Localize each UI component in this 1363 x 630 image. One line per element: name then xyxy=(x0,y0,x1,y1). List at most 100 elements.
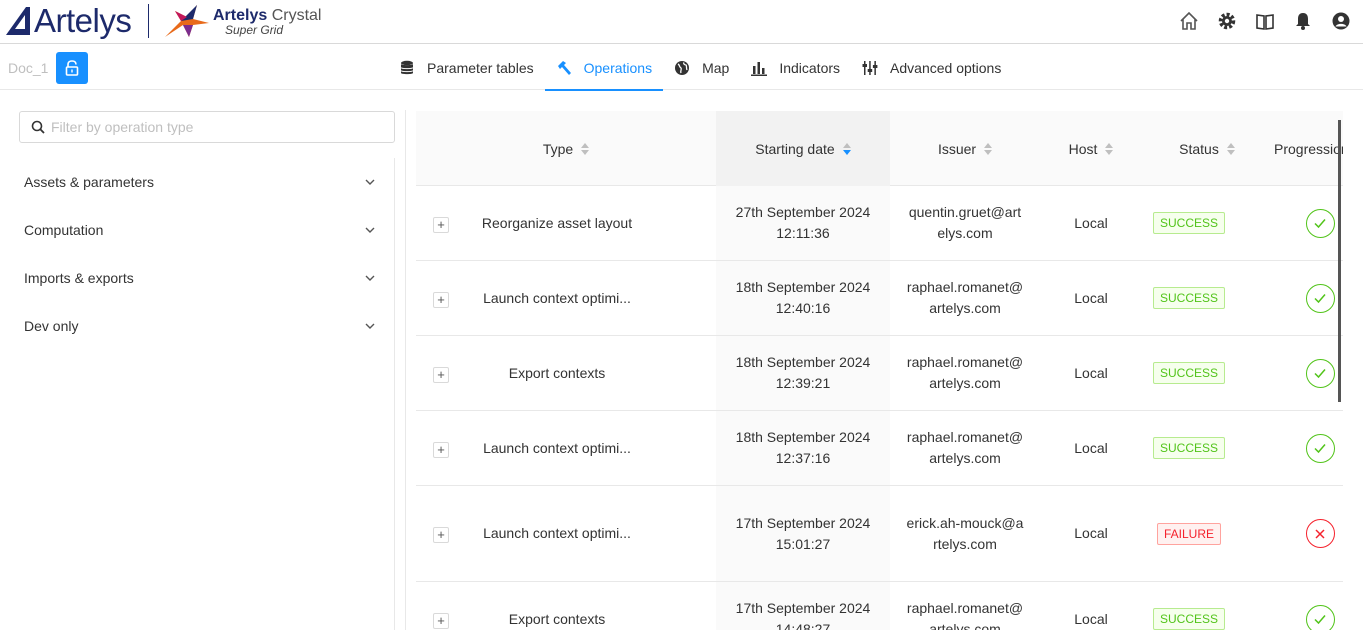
cell-starting-date: 18th September 2024 12:40:16 xyxy=(735,279,871,316)
tab-label: Indicators xyxy=(779,59,841,76)
cell-issuer: erick.ah-mouck@artelys.com xyxy=(906,514,1024,552)
cell-progression xyxy=(1290,486,1343,581)
filter-input[interactable] xyxy=(51,119,371,135)
sort-icon xyxy=(581,142,590,155)
crystal-star-icon xyxy=(165,5,209,37)
settings-icon[interactable] xyxy=(1217,11,1237,31)
cell-status: SUCCESS xyxy=(1142,582,1236,630)
cell-host: Local xyxy=(1074,439,1108,456)
home-icon[interactable] xyxy=(1179,11,1199,31)
artelys-logo[interactable]: Artelys xyxy=(6,2,132,40)
cell-status: FAILURE xyxy=(1142,486,1236,581)
tab-label: Parameter tables xyxy=(427,59,534,76)
cell-status: SUCCESS xyxy=(1142,186,1236,260)
cell-issuer: raphael.romanet@artelys.com xyxy=(906,600,1024,630)
cell-type: Reorganize asset layout xyxy=(481,214,633,231)
operation-filter[interactable] xyxy=(19,111,395,143)
expand-row-button[interactable]: + xyxy=(433,441,449,458)
crystal-supergrid-logo[interactable]: Artelys Crystal Super Grid xyxy=(163,3,321,39)
top-header: Artelys Artelys Crystal Super Grid xyxy=(0,0,1363,44)
expand-row-button[interactable]: + xyxy=(433,291,449,308)
category-label: Dev only xyxy=(24,318,79,334)
column-header-type[interactable]: Type xyxy=(416,111,716,186)
cell-host: Local xyxy=(1074,610,1108,627)
chevron-down-icon xyxy=(365,323,375,329)
cell-progression xyxy=(1290,261,1343,335)
left-panel-divider xyxy=(394,158,395,630)
table-row[interactable]: + Launch context optimi... 17th September … xyxy=(416,486,1343,582)
table-row[interactable]: + Launch context optimi... 18th September … xyxy=(416,261,1343,336)
category-imports-exports[interactable]: Imports & exports xyxy=(0,254,394,302)
category-label: Computation xyxy=(24,222,104,238)
cell-status: SUCCESS xyxy=(1142,261,1236,335)
document-name: Doc_1 xyxy=(8,60,49,76)
column-header-host[interactable]: Host xyxy=(1040,111,1142,186)
user-icon[interactable] xyxy=(1331,11,1351,31)
tab-parameter-tables[interactable]: Parameter tables xyxy=(388,45,545,90)
category-dev-only[interactable]: Dev only xyxy=(0,302,394,350)
cell-host: Local xyxy=(1074,214,1108,231)
cell-starting-date: 18th September 2024 12:37:16 xyxy=(735,429,871,466)
chevron-down-icon xyxy=(365,275,375,281)
category-assets-parameters[interactable]: Assets & parameters xyxy=(0,158,394,206)
tab-indicators[interactable]: Indicators xyxy=(740,45,851,90)
table-header: Type Starting date Issuer Host Status Pr… xyxy=(416,111,1343,186)
cell-progression xyxy=(1290,186,1343,260)
cell-host: Local xyxy=(1074,525,1108,541)
table-scrollbar[interactable] xyxy=(1338,120,1341,402)
cell-progression xyxy=(1290,336,1343,410)
expand-row-button[interactable]: + xyxy=(433,216,449,233)
panel-splitter[interactable] xyxy=(405,110,406,630)
category-label: Assets & parameters xyxy=(24,174,154,190)
table-row[interactable]: + Export contexts 18th September 2024 12:39… xyxy=(416,336,1343,411)
hammer-icon xyxy=(557,60,571,75)
column-header-starting-date[interactable]: Starting date xyxy=(716,111,890,186)
status-badge: SUCCESS xyxy=(1152,362,1225,384)
tab-label: Map xyxy=(702,59,730,76)
cell-status: SUCCESS xyxy=(1142,336,1236,410)
sort-icon xyxy=(842,142,851,155)
category-list: Assets & parameters Computation Imports … xyxy=(0,158,394,350)
cell-type: Launch context optimi... xyxy=(483,525,631,541)
status-badge: SUCCESS xyxy=(1152,287,1225,309)
book-icon[interactable] xyxy=(1255,11,1275,31)
sliders-icon xyxy=(862,60,878,75)
bell-icon[interactable] xyxy=(1293,11,1313,31)
cell-type: Launch context optimi... xyxy=(483,439,631,456)
document-navbar: Doc_1 Parameter tables Operations Map In… xyxy=(0,45,1363,91)
logo-separator xyxy=(148,4,149,38)
status-badge: SUCCESS xyxy=(1152,212,1225,234)
cell-starting-date: 18th September 2024 12:39:21 xyxy=(735,354,871,391)
bar-chart-icon xyxy=(751,61,768,76)
cell-type: Export contexts xyxy=(508,610,606,627)
tab-operations[interactable]: Operations xyxy=(544,45,664,91)
artelys-logo-mark xyxy=(6,7,30,35)
unlock-icon xyxy=(65,60,79,76)
table-row[interactable]: + Reorganize asset layout 27th September 2… xyxy=(416,186,1343,261)
cell-status: SUCCESS xyxy=(1142,411,1236,485)
cell-issuer: raphael.romanet@artelys.com xyxy=(906,354,1024,391)
chevron-down-icon xyxy=(365,179,375,185)
category-label: Imports & exports xyxy=(24,270,134,286)
expand-row-button[interactable]: + xyxy=(433,527,449,543)
expand-row-button[interactable]: + xyxy=(433,366,449,383)
cell-issuer: raphael.romanet@artelys.com xyxy=(906,429,1024,466)
unlock-button[interactable] xyxy=(56,52,88,84)
database-icon xyxy=(400,60,414,74)
tab-label: Operations xyxy=(583,59,653,76)
expand-row-button[interactable]: + xyxy=(433,612,449,629)
tab-map[interactable]: Map xyxy=(663,45,740,90)
table-row[interactable]: + Export contexts 17th September 2024 14:48… xyxy=(416,582,1343,630)
column-header-issuer[interactable]: Issuer xyxy=(890,111,1040,186)
cell-type: Export contexts xyxy=(508,364,606,381)
category-computation[interactable]: Computation xyxy=(0,206,394,254)
column-header-status[interactable]: Status xyxy=(1142,111,1272,186)
column-header-progression[interactable]: Progression xyxy=(1272,111,1343,186)
status-badge: SUCCESS xyxy=(1152,608,1225,630)
tab-advanced-options[interactable]: Advanced options xyxy=(851,45,1012,90)
crystal-logo-subtitle: Super Grid xyxy=(225,23,284,37)
status-badge: FAILURE xyxy=(1156,522,1221,545)
table-row[interactable]: + Launch context optimi... 18th September … xyxy=(416,411,1343,486)
cell-host: Local xyxy=(1074,289,1108,306)
cell-starting-date: 17th September 2024 14:48:27 xyxy=(735,600,871,630)
